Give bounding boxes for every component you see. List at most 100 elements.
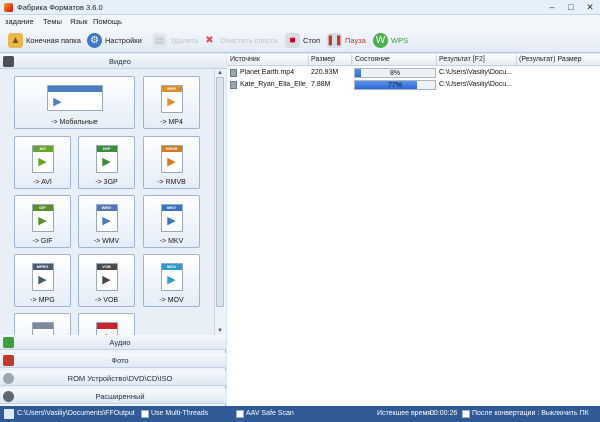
close-button[interactable]: ✕ — [582, 1, 598, 14]
progress-text: 77% — [387, 82, 402, 89]
format-badge: GIF — [32, 205, 53, 211]
play-icon: ▶ — [38, 215, 47, 227]
format-badge: 3GP — [96, 146, 117, 152]
menu-help[interactable]: Помощь — [93, 17, 122, 26]
cell-size: 220.93M — [311, 69, 339, 76]
cell-result: C:\Users\Vasiliy\Docu... — [439, 69, 512, 76]
cell-size: 7.88M — [311, 81, 331, 88]
menu-bar: задание Темы Язык Помощь — [0, 15, 600, 28]
play-icon: ▶ — [53, 96, 62, 108]
settings-button[interactable]: ⚙ Настройки — [87, 32, 142, 49]
format-tile[interactable]: ❖ — [78, 313, 135, 335]
window-title: Фабрика Форматов 3.6.0 — [17, 3, 103, 12]
play-icon: ▶ — [38, 156, 47, 168]
play-icon: ▶ — [167, 274, 176, 286]
progress-bar: 77% — [354, 80, 436, 90]
maximize-button[interactable]: □ — [563, 1, 579, 14]
cell-source: Kate_Ryan_Ella_Elle_... — [240, 81, 307, 88]
stop-button[interactable]: ■ Стоп — [285, 32, 320, 49]
category-video[interactable]: Видео — [0, 54, 226, 69]
minimize-button[interactable]: – — [544, 1, 560, 14]
format-file-icon: GIF ▶ — [31, 204, 54, 232]
elapsed-value: 00:00:26 — [430, 410, 458, 417]
format-file-icon: ▤ — [31, 322, 54, 335]
format-tile[interactable]: GIF ▶ -> GIF — [14, 195, 71, 248]
format-tile[interactable]: VOB ▶ -> VOB — [78, 254, 135, 307]
mobile-devices-icon: ▶ — [46, 85, 103, 111]
clear-list-button[interactable]: ✖ Очистить список — [202, 32, 278, 49]
format-tile-label: -> 3GP — [95, 179, 118, 186]
toolbar: ▲ Конечная папка ⚙ Настройки ▤ Удалить ✖… — [0, 28, 600, 53]
column-source[interactable]: Источник — [230, 56, 260, 63]
wps-icon: W — [373, 33, 388, 48]
remove-button[interactable]: ▤ Удалить — [152, 32, 199, 49]
folder-icon[interactable] — [4, 409, 14, 419]
format-file-icon: VOB ▶ — [95, 263, 118, 291]
format-file-icon: RMVB ▶ — [160, 145, 183, 173]
format-tile-label: -> GIF — [32, 238, 53, 245]
format-tile[interactable]: MP4 ▶ -> MP4 — [143, 76, 200, 129]
task-list: Источник Размер Состояние Результат [F2]… — [227, 54, 600, 406]
table-row[interactable]: Planet Earth.mp4 220.93M 8% C:\Users\Vas… — [227, 67, 600, 79]
format-tile[interactable]: RMVB ▶ -> RMVB — [143, 136, 200, 189]
menu-themes[interactable]: Темы — [43, 17, 62, 26]
format-tile-label: -> AVI — [33, 179, 52, 186]
output-folder-button[interactable]: ▲ Конечная папка — [8, 32, 81, 49]
format-tile-label: -> VOB — [94, 297, 119, 304]
format-file-icon: ❖ — [95, 322, 118, 335]
scroll-down-icon[interactable]: ▼ — [215, 327, 225, 335]
category-panel: Видео ▶ -> Мобильные MP4 ▶ -> MP4 AVI ▶ -> AVI 3… — [0, 54, 226, 406]
wps-button[interactable]: W WPS — [373, 32, 408, 49]
category-advanced[interactable]: Расширенный — [0, 389, 226, 404]
format-tile[interactable]: ▤ — [14, 313, 71, 335]
column-size[interactable]: Размер — [311, 56, 335, 63]
progress-text: 8% — [389, 70, 401, 77]
menu-task[interactable]: задание — [5, 17, 34, 26]
category-rom[interactable]: ROM Устройство\DVD\CD\ISO — [0, 371, 226, 386]
after-convert-checkbox[interactable] — [462, 410, 470, 418]
play-icon: ▶ — [38, 274, 47, 286]
category-audio[interactable]: Аудио — [0, 335, 226, 350]
category-photo[interactable]: Фото — [0, 353, 226, 368]
column-status[interactable]: Состояние — [355, 56, 390, 63]
format-tile[interactable]: AVI ▶ -> AVI — [14, 136, 71, 189]
pause-button[interactable]: ❚❚ Пауза — [326, 32, 366, 49]
video-format-grid: ▶ -> Мобильные MP4 ▶ -> MP4 AVI ▶ -> AVI 3GP ▶ -> … — [0, 69, 226, 335]
disc-icon — [3, 373, 14, 384]
audio-icon — [3, 337, 14, 348]
table-row[interactable]: Kate_Ryan_Ella_Elle_... 7.88M 77% C:\Use… — [227, 79, 600, 91]
file-icon — [230, 81, 237, 89]
title-bar: Фабрика Форматов 3.6.0 – □ ✕ — [0, 0, 600, 15]
format-file-icon: WMV ▶ — [95, 204, 118, 232]
format-tile[interactable]: ▶ -> Мобильные — [14, 76, 135, 129]
after-convert-label: После конвертации : Выключить ПК — [472, 410, 589, 417]
column-result[interactable]: Результат [F2] — [439, 56, 485, 63]
multithreads-checkbox[interactable] — [141, 410, 149, 418]
format-tile[interactable]: 3GP ▶ -> 3GP — [78, 136, 135, 189]
gear-icon — [3, 391, 14, 402]
table-header: Источник Размер Состояние Результат [F2]… — [227, 54, 600, 66]
column-result-size[interactable]: (Результат) Размер — [519, 56, 582, 63]
safe-scan-checkbox[interactable] — [236, 410, 244, 418]
format-tile[interactable]: MPEG ▶ -> MPG — [14, 254, 71, 307]
menu-language[interactable]: Язык — [70, 17, 88, 26]
document-icon: ▤ — [152, 33, 167, 48]
format-badge: MKV — [161, 205, 182, 211]
app-icon — [4, 3, 13, 12]
video-icon — [3, 56, 14, 67]
format-tile[interactable]: MOV ▶ -> MOV — [143, 254, 200, 307]
pause-icon: ❚❚ — [326, 33, 343, 48]
format-badge — [47, 86, 102, 92]
output-path: C:\Users\Vasiliy\Documents\FFOutput — [17, 410, 135, 417]
scrollbar[interactable]: ▲ ▼ — [214, 69, 225, 335]
format-tile[interactable]: WMV ▶ -> WMV — [78, 195, 135, 248]
scroll-up-icon[interactable]: ▲ — [215, 69, 225, 77]
format-tile[interactable]: MKV ▶ -> MKV — [143, 195, 200, 248]
format-tile-label: -> MKV — [159, 238, 184, 245]
scroll-thumb[interactable] — [216, 77, 224, 307]
format-badge: AVI — [32, 146, 53, 152]
folder-icon: ▲ — [8, 33, 23, 48]
stop-icon: ■ — [285, 33, 300, 48]
play-icon: ▶ — [167, 215, 176, 227]
format-badge: MPEG — [32, 264, 53, 270]
